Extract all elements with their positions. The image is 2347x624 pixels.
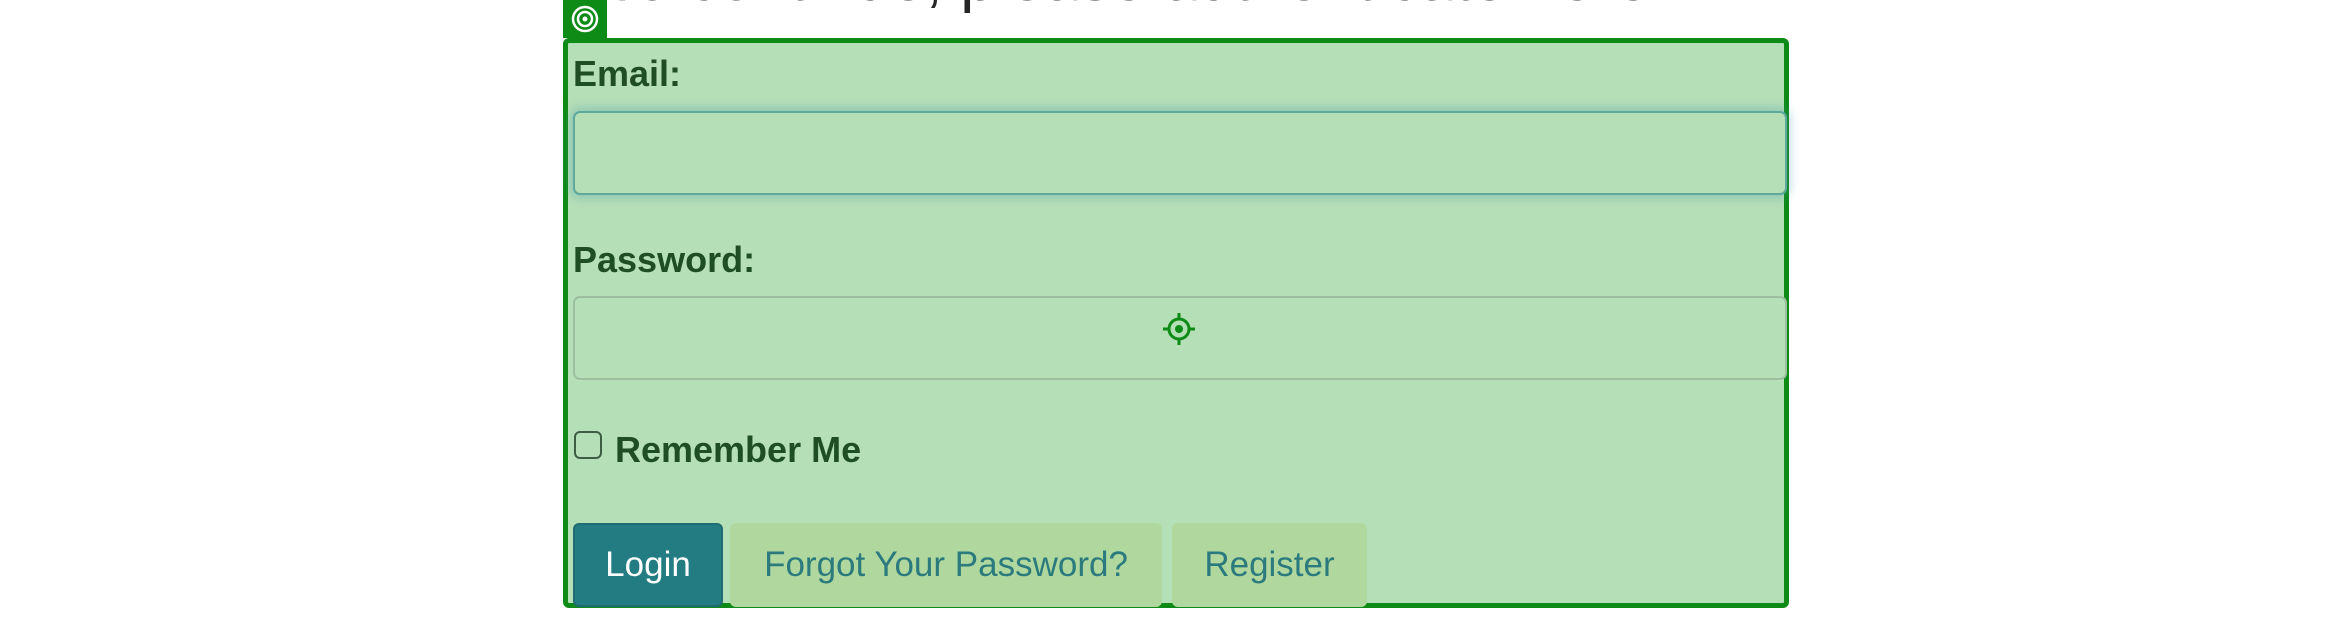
page: To continue, please authenticate here Em…	[0, 0, 2347, 624]
remember-me-label[interactable]: Remember Me	[615, 429, 861, 471]
email-label: Email:	[573, 53, 682, 94]
password-label: Password:	[573, 239, 756, 280]
forgot-password-button[interactable]: Forgot Your Password?	[730, 523, 1162, 607]
target-badge	[563, 0, 607, 38]
register-button[interactable]: Register	[1172, 523, 1367, 607]
login-button[interactable]: Login	[573, 523, 723, 607]
email-field[interactable]	[573, 111, 1787, 195]
login-form: Email: Password: Remember Me Login Forgo…	[563, 38, 1789, 608]
remember-me-checkbox[interactable]	[574, 431, 602, 459]
page-heading: To continue, please authenticate here	[603, 0, 1650, 18]
password-field[interactable]	[573, 296, 1787, 380]
target-icon	[571, 5, 599, 33]
